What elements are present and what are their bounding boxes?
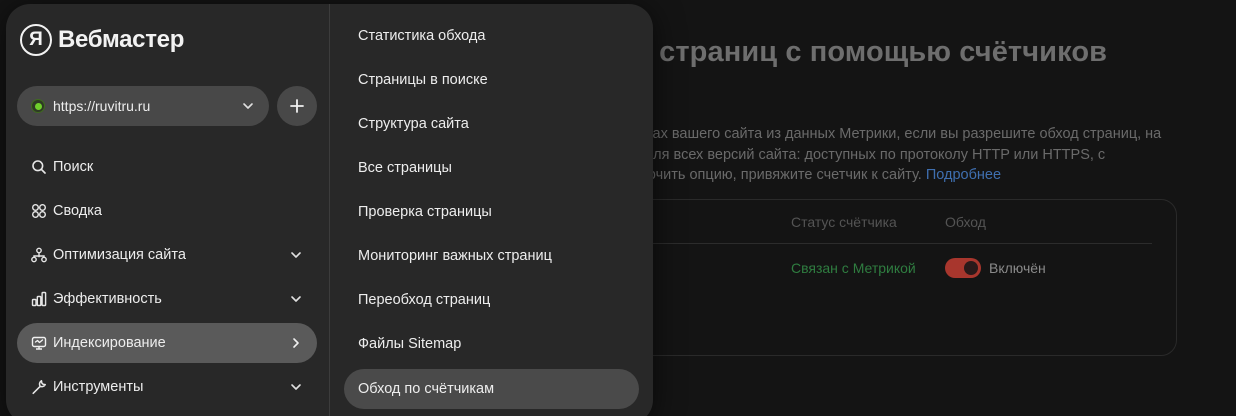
nav-label: Инструменты xyxy=(53,379,144,395)
yandex-logo-icon: Я xyxy=(20,24,52,56)
grid-icon xyxy=(31,203,47,219)
brand[interactable]: Я Вебмастер xyxy=(20,24,184,56)
toggle-knob xyxy=(964,261,978,275)
nav-label: Поиск xyxy=(53,159,94,175)
description-line: раницах вашего сайта из данных Метрики, … xyxy=(612,126,1162,142)
site-url: https://ruvitru.ru xyxy=(53,98,151,114)
submenu-item-pages-in-search[interactable]: Страницы в поиске xyxy=(344,60,639,100)
nav-item-summary[interactable]: Сводка xyxy=(17,191,317,231)
submenu-label: Мониторинг важных страниц xyxy=(358,248,552,264)
chevron-right-icon xyxy=(293,338,299,348)
site-status-icon xyxy=(31,99,45,113)
submenu-label: Обход по счётчикам xyxy=(358,381,495,397)
chart-icon xyxy=(31,291,47,307)
add-site-button[interactable] xyxy=(277,86,317,126)
submenu-label: Статистика обхода xyxy=(358,28,486,44)
chevron-down-icon xyxy=(291,252,301,258)
plus-icon xyxy=(290,99,304,113)
column-header-status: Статус счётчика xyxy=(791,214,897,230)
search-icon xyxy=(31,159,47,175)
indexing-submenu: Статистика обхода Страницы в поиске Стру… xyxy=(330,4,653,416)
counter-card: Статус счётчика Обход Связан с Метрикой … xyxy=(600,199,1177,356)
nav-item-optimization[interactable]: Оптимизация сайта xyxy=(17,235,317,275)
nav-item-efficiency[interactable]: Эффективность xyxy=(17,279,317,319)
submenu-item-site-structure[interactable]: Структура сайта xyxy=(344,104,639,144)
description-line: вует для всех версий сайта: доступных по… xyxy=(612,146,1106,163)
submenu-item-recrawl[interactable]: Переобход страниц xyxy=(344,280,639,320)
nav-label: Индексирование xyxy=(53,335,166,351)
submenu-label: Проверка страницы xyxy=(358,204,492,220)
chevron-down-icon xyxy=(243,103,253,109)
chevron-down-icon xyxy=(291,384,301,390)
more-link[interactable]: Подробнее xyxy=(926,167,1001,183)
crawl-toggle[interactable] xyxy=(945,258,981,278)
page-title: ом страниц с помощью счётчиков xyxy=(612,36,1108,68)
crawl-toggle-label: Включён xyxy=(989,260,1046,276)
description-line: к включить опцию, привяжите счетчик к са… xyxy=(612,165,1212,186)
submenu-label: Страницы в поиске xyxy=(358,72,488,88)
nav-label: Сводка xyxy=(53,203,102,219)
submenu-item-important-pages[interactable]: Мониторинг важных страниц xyxy=(344,236,639,276)
counter-status[interactable]: Связан с Метрикой xyxy=(791,260,916,276)
submenu-item-all-pages[interactable]: Все страницы xyxy=(344,148,639,188)
submenu-label: Файлы Sitemap xyxy=(358,336,462,352)
submenu-item-page-check[interactable]: Проверка страницы xyxy=(344,192,639,232)
submenu-label: Переобход страниц xyxy=(358,292,491,308)
submenu-item-sitemap-files[interactable]: Файлы Sitemap xyxy=(344,324,639,364)
sitemap-icon xyxy=(31,247,47,263)
table-divider xyxy=(631,243,1152,244)
nav-item-indexing[interactable]: Индексирование xyxy=(17,323,317,363)
site-selector[interactable]: https://ruvitru.ru xyxy=(17,86,269,126)
submenu-label: Структура сайта xyxy=(358,116,469,132)
nav-label: Эффективность xyxy=(53,291,162,307)
description-line-text: к включить опцию, привяжите счетчик к са… xyxy=(612,167,922,183)
submenu-label: Все страницы xyxy=(358,160,452,176)
submenu-item-crawl-stats[interactable]: Статистика обхода xyxy=(344,16,639,56)
chevron-down-icon xyxy=(291,296,301,302)
monitor-icon xyxy=(31,335,47,351)
menu-main-column: Я Вебмастер https://ruvitru.ru Поиск Сво… xyxy=(6,4,329,416)
nav-item-search[interactable]: Поиск xyxy=(17,147,317,187)
page-description: раницах вашего сайта из данных Метрики, … xyxy=(612,124,1212,186)
nav-item-tools[interactable]: Инструменты xyxy=(17,367,317,407)
submenu-item-counter-crawl[interactable]: Обход по счётчикам xyxy=(344,369,639,409)
brand-name: Вебмастер xyxy=(58,26,185,53)
wrench-icon xyxy=(31,379,47,395)
nav-label: Оптимизация сайта xyxy=(53,247,186,263)
navigation-menu: Я Вебмастер https://ruvitru.ru Поиск Сво… xyxy=(6,4,653,416)
column-header-crawl: Обход xyxy=(945,214,986,230)
